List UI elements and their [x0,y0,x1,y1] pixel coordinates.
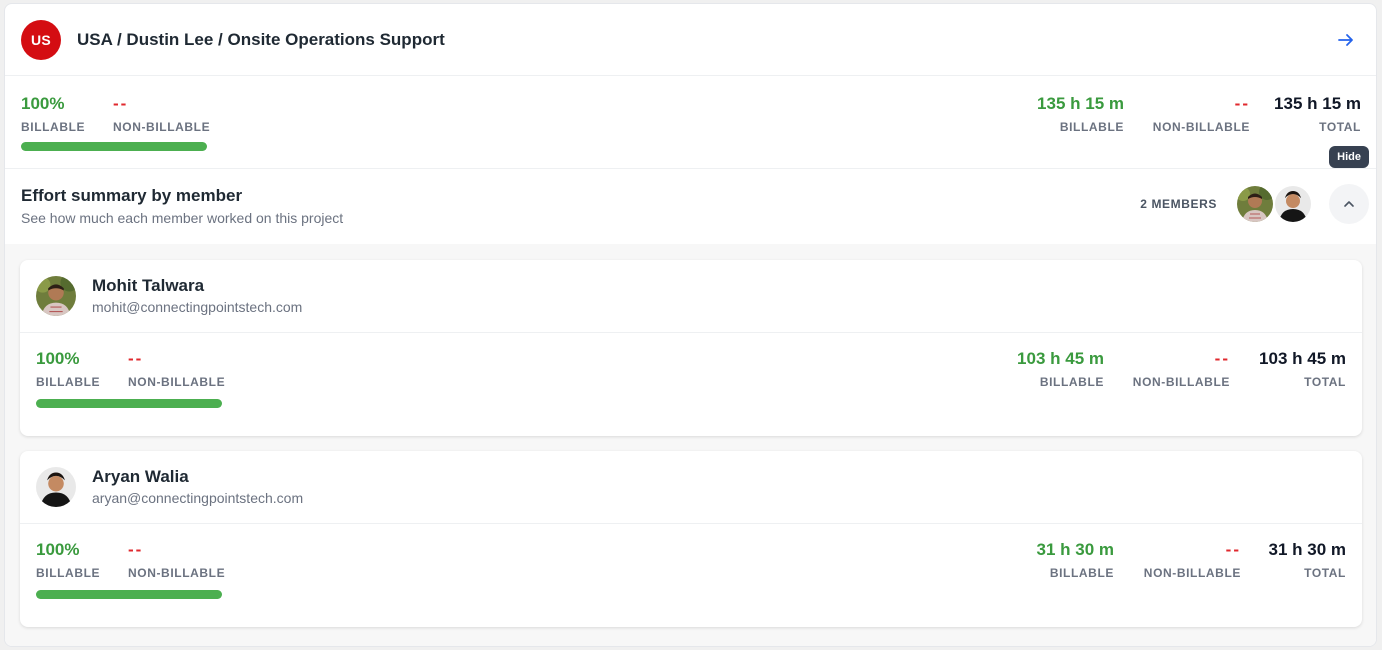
billable-progress-bar [36,399,222,408]
project-card: US USA / Dustin Lee / Onsite Operations … [4,3,1377,647]
summary-title: Effort summary by member [21,186,243,205]
collapse-toggle-button[interactable] [1329,184,1369,224]
summary-subtitle: See how much each member worked on this … [21,210,344,226]
billable-time-stat: 103 h 45 m BILLABLE [1017,349,1104,389]
project-header: US USA / Dustin Lee / Onsite Operations … [5,4,1376,76]
non-billable-time-stat: -- NON-BILLABLE [1133,349,1230,389]
non-billable-time-label: NON-BILLABLE [1152,120,1250,134]
billable-progress-bar [21,142,207,151]
billable-percent: 100% [21,94,65,113]
member-card: Mohit Talwara mohit@connectingpointstech… [20,260,1362,436]
member-email: aryan@connectingpointstech.com [92,490,304,506]
member-stats: 100% BILLABLE -- NON-BILLABLE 103 h 45 m… [20,333,1362,435]
billable-percent-label: BILLABLE [36,375,101,389]
billable-time-stat: 31 h 30 m BILLABLE [1037,540,1115,580]
non-billable-percent: -- [113,94,129,113]
non-billable-time-stat: -- NON-BILLABLE [1153,94,1250,134]
member-header: Mohit Talwara mohit@connectingpointstech… [20,260,1362,333]
billable-percent-stat: 100% BILLABLE [36,349,100,389]
avatar-mohit-image [36,276,76,316]
billable-time-label: BILLABLE [1049,566,1114,580]
non-billable-time-stat: -- NON-BILLABLE [1144,540,1241,580]
non-billable-percent: -- [128,349,144,368]
total-time-stat: 135 h 15 m TOTAL [1274,94,1361,134]
billable-time-stat: 135 h 15 m BILLABLE [1037,94,1124,134]
member-header: Aryan Walia aryan@connectingpointstech.c… [20,451,1362,524]
avatar-mohit-image [1237,186,1273,222]
total-time-stat: 103 h 45 m TOTAL [1259,349,1346,389]
open-project-button[interactable] [1332,26,1360,54]
member-stats: 100% BILLABLE -- NON-BILLABLE 31 h 30 m … [20,524,1362,626]
non-billable-percent-label: NON-BILLABLE [128,566,226,580]
members-count: 2 MEMBERS [1140,197,1217,211]
billable-time-label: BILLABLE [1059,120,1124,134]
non-billable-percent: -- [128,540,144,559]
billable-time: 135 h 15 m [1037,94,1124,113]
total-time-label: TOTAL [1319,120,1361,134]
billable-progress-bar [36,590,222,599]
arrow-right-icon [1338,33,1353,46]
non-billable-percent-stat: -- NON-BILLABLE [113,94,210,134]
total-time-label: TOTAL [1304,566,1346,580]
non-billable-time-label: NON-BILLABLE [1143,566,1241,580]
project-stats: 100% BILLABLE -- NON-BILLABLE 135 h 15 m… [5,76,1376,169]
avatar [1273,184,1313,224]
country-badge: US [21,19,61,60]
billable-percent-label: BILLABLE [36,566,101,580]
billable-percent-label: BILLABLE [21,120,86,134]
effort-summary-header: Effort summary by member See how much ea… [5,169,1376,243]
non-billable-percent-stat: -- NON-BILLABLE [128,540,225,580]
billable-percent-stat: 100% BILLABLE [36,540,100,580]
non-billable-percent-label: NON-BILLABLE [113,120,211,134]
non-billable-time-label: NON-BILLABLE [1132,375,1230,389]
non-billable-percent-stat: -- NON-BILLABLE [128,349,225,389]
non-billable-time: -- [1234,94,1250,113]
member-name: Mohit Talwara [92,276,205,295]
non-billable-percent-label: NON-BILLABLE [128,375,226,389]
total-time: 103 h 45 m [1259,349,1346,368]
avatar [36,276,76,316]
total-time: 31 h 30 m [1268,540,1347,559]
hide-tooltip: Hide [1329,146,1369,168]
billable-percent-stat: 100% BILLABLE [21,94,85,134]
member-email: mohit@connectingpointstech.com [92,299,303,315]
avatar [36,467,76,507]
member-avatar-stack [1235,184,1315,224]
member-name: Aryan Walia [92,467,189,486]
billable-percent: 100% [36,349,80,368]
billable-percent: 100% [36,540,80,559]
billable-time-label: BILLABLE [1039,375,1104,389]
avatar-aryan-image [36,467,76,507]
total-time: 135 h 15 m [1274,94,1361,113]
chevron-up-icon [1344,201,1354,207]
members-list: Mohit Talwara mohit@connectingpointstech… [5,244,1376,646]
total-time-label: TOTAL [1304,375,1346,389]
avatar [1235,184,1275,224]
avatar-aryan-image [1275,186,1311,222]
non-billable-time: -- [1225,540,1241,559]
member-card: Aryan Walia aryan@connectingpointstech.c… [20,451,1362,627]
non-billable-time: -- [1214,349,1230,368]
project-title: USA / Dustin Lee / Onsite Operations Sup… [77,29,445,49]
billable-time: 103 h 45 m [1017,349,1104,368]
billable-time: 31 h 30 m [1036,540,1115,559]
total-time-stat: 31 h 30 m TOTAL [1269,540,1347,580]
